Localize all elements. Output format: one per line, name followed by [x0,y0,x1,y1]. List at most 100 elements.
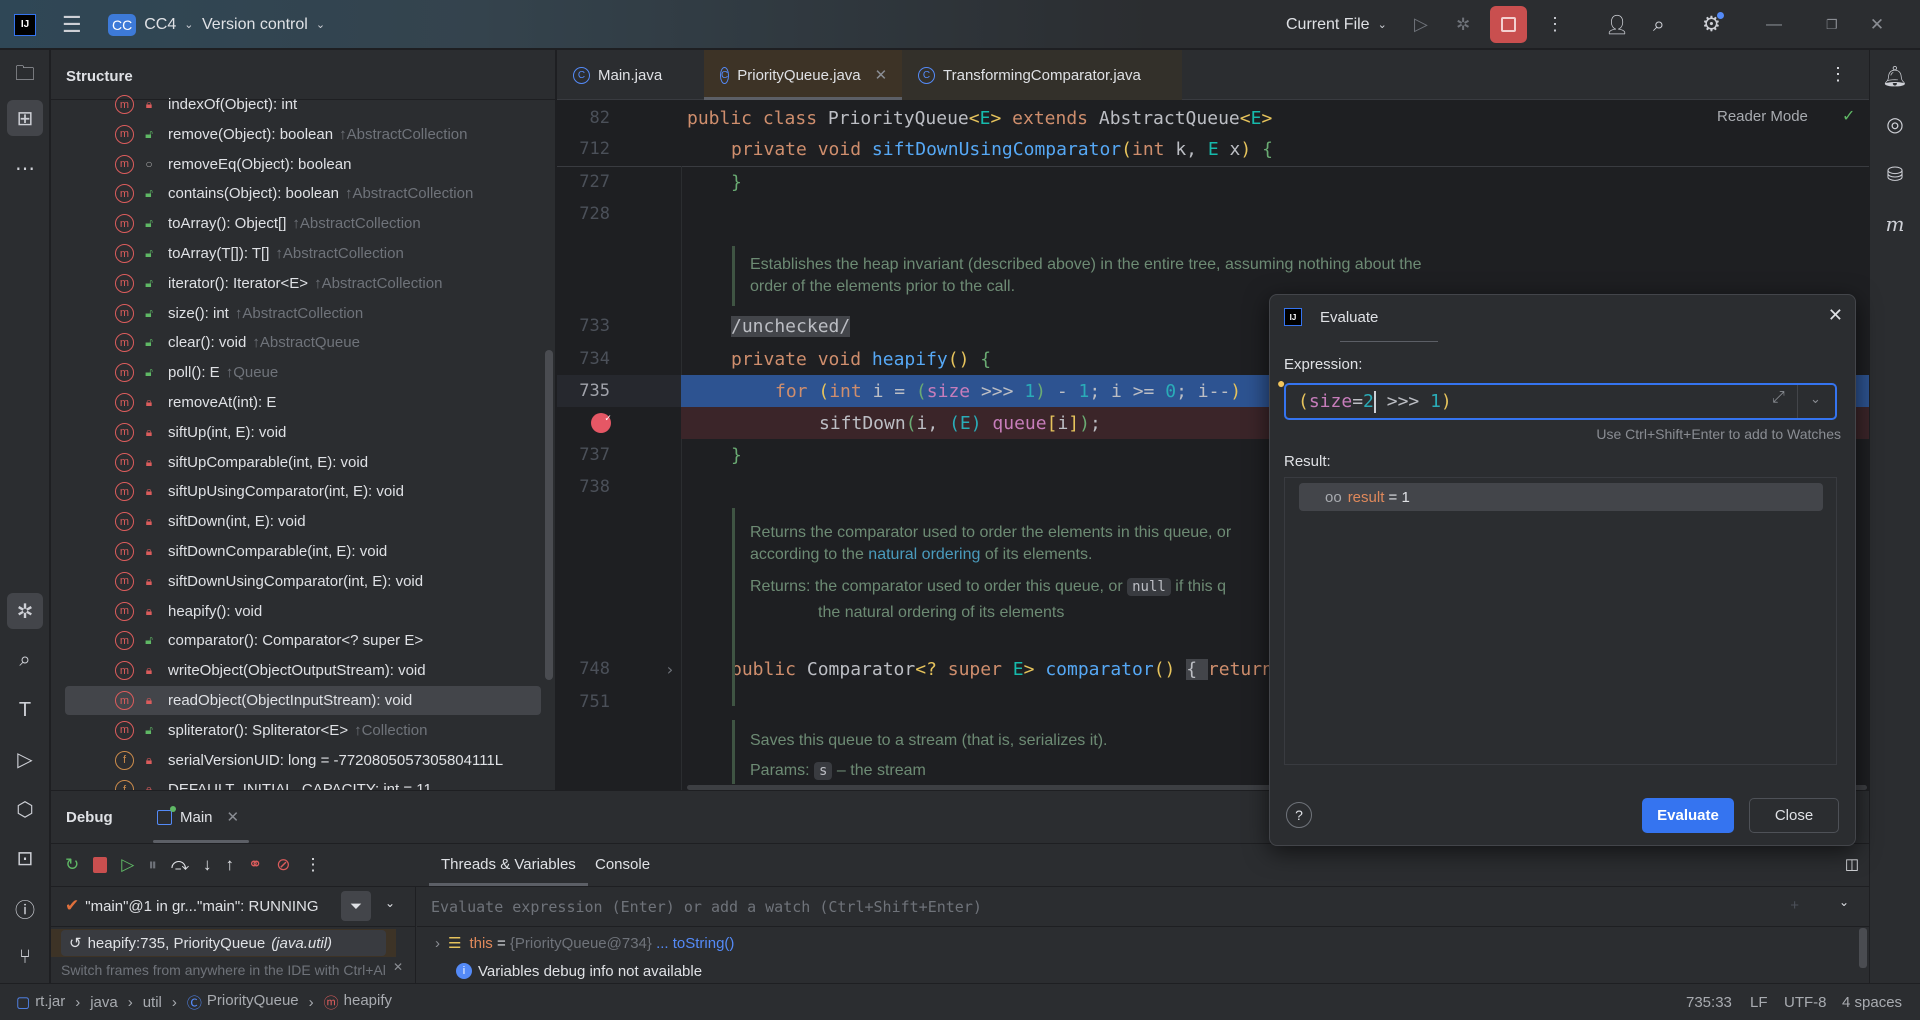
thread-selector[interactable]: ✔ "main"@1 in gr..."main": RUNNING [65,886,319,926]
maven-icon[interactable]: m [1870,206,1920,242]
structure-item[interactable]: m 🔒︎ indexOf(Object): int [51,90,541,119]
project-selector[interactable]: CC CC4 ⌄ [108,0,193,49]
structure-item[interactable]: m 🔒︎ siftUpComparable(int, E): void [51,448,541,477]
debug-tool-icon[interactable]: ✲ [7,593,43,629]
stack-frame[interactable]: ↺ heapify:735, PriorityQueue (java.util) [61,930,386,956]
breadcrumb-item[interactable]: util [143,994,162,1011]
add-watch-icon[interactable]: + [1790,897,1799,914]
fold-chevron-icon[interactable]: › [665,660,675,679]
structure-item[interactable]: m 🔓︎ toArray(T[]): T[] ↑AbstractCollection [51,239,541,268]
search-tool-icon[interactable]: ⌕ [0,642,50,678]
mute-breakpoints-icon[interactable]: ⊘ [276,855,290,875]
step-over-icon[interactable]: ⤼ [171,855,189,875]
more-horizontal-icon[interactable]: ⋯ [0,150,50,186]
expression-input[interactable]: (size = 2 >>> 1) [1284,383,1837,420]
line-separator[interactable]: LF [1750,994,1768,1011]
variable-row[interactable]: › ☰ this = {PriorityQueue@734} ... toStr… [435,928,734,958]
structure-item[interactable]: m 🔓︎ poll(): E ↑Queue [51,358,541,387]
layout-icon[interactable]: ◫ [1845,855,1859,873]
database-icon[interactable]: ⛁ [1870,156,1920,192]
pause-icon[interactable]: ⏸︎ [148,855,157,875]
structure-item[interactable]: m ○ removeEq(Object): boolean [51,150,541,179]
evaluate-button[interactable]: Evaluate [1642,798,1734,833]
settings-gear-icon[interactable]: ⚙ [1702,12,1724,37]
vcs-selector[interactable]: Version control ⌄ [202,0,325,49]
structure-item[interactable]: m 🔒︎ siftUp(int, E): void [51,418,541,447]
structure-scrollbar[interactable] [545,350,553,680]
run-tool-icon[interactable]: ▷ [0,741,50,777]
history-dropdown-icon[interactable]: ⌄ [1810,391,1821,407]
terminal-icon[interactable]: ⊡ [0,840,50,876]
minimize-icon[interactable]: — [1766,16,1782,34]
tostring-link[interactable]: ... toString() [656,935,734,952]
code-line[interactable]: 727} [557,166,1869,198]
filter-icon[interactable]: ⏷ [341,891,371,921]
notifications-bell-icon[interactable]: 🔔︎ [1870,58,1920,94]
breakpoint-icon[interactable]: ✓ [591,413,611,433]
step-into-icon[interactable]: ↓ [203,855,212,875]
structure-item[interactable]: m 🔒︎ siftDownUsingComparator(int, E): void [51,567,541,596]
structure-item[interactable]: m 🔒︎ siftDownComparable(int, E): void [51,537,541,566]
tabs-more-icon[interactable]: ⋮ [1829,64,1847,85]
structure-item[interactable]: m 🔓︎ clear(): void ↑AbstractQueue [51,328,541,357]
structure-item[interactable]: m 🔒︎ readObject(ObjectInputStream): void [65,686,541,715]
structure-item[interactable]: m 🔓︎ remove(Object): boolean ↑AbstractColle… [51,120,541,149]
structure-item[interactable]: m 🔓︎ size(): int ↑AbstractCollection [51,299,541,328]
git-icon[interactable]: ⑂ [0,939,50,975]
services-icon[interactable]: ⬡ [0,791,50,827]
main-menu-icon[interactable]: ☰ [62,12,82,38]
breadcrumb-item[interactable]: java [90,994,118,1011]
structure-item[interactable]: m 🔓︎ contains(Object): boolean ↑AbstractCol… [51,179,541,208]
structure-item[interactable]: m 🔓︎ toArray(): Object[] ↑AbstractCollectio… [51,209,541,238]
structure-item[interactable]: m 🔒︎ heapify(): void [51,597,541,626]
structure-item[interactable]: m 🔒︎ removeAt(int): E [51,388,541,417]
chevron-down-icon[interactable]: ⌄ [385,896,395,910]
expand-icon[interactable]: ⤢ [1772,389,1785,407]
file-encoding[interactable]: UTF-8 [1784,994,1827,1011]
watch-input[interactable]: Evaluate expression (Enter) or add a wat… [417,887,1869,927]
code-line[interactable]: 82 public class PriorityQueue<E> extends … [557,102,1869,134]
breadcrumb-item[interactable]: ⓜ heapify [324,992,392,1013]
structure-item[interactable]: m 🔓︎ comparator(): Comparator<? super E> [51,626,541,655]
doc-link[interactable]: natural ordering [868,546,980,563]
structure-item[interactable]: f 🔒︎ DEFAULT_INITIAL_CAPACITY: int = 11 [51,775,541,790]
help-icon[interactable]: ? [1286,802,1312,828]
stop-button[interactable] [1490,6,1527,43]
indent-setting[interactable]: 4 spaces [1842,994,1902,1011]
tab-close-icon[interactable]: ✕ [875,66,888,84]
run-icon[interactable]: ▷ [1414,14,1428,35]
dialog-close-icon[interactable]: ✕ [1828,305,1843,326]
debug-more-icon[interactable]: ⋮ [305,855,322,875]
structure-item[interactable]: m 🔒︎ writeObject(ObjectOutputStream): void [51,656,541,685]
chevron-down-icon[interactable]: ⌄ [1839,895,1849,909]
structure-item[interactable]: m 🔓︎ iterator(): Iterator<E> ↑AbstractColle… [51,269,541,298]
restore-icon[interactable]: ❐ [1826,17,1838,33]
code-line[interactable]: 712 private void siftDownUsingComparator(… [557,133,1869,165]
variables-scrollbar[interactable] [1859,928,1867,968]
step-out-icon[interactable]: ↑ [226,855,235,875]
search-icon[interactable]: ⌕ [1653,13,1665,37]
more-vertical-icon[interactable]: ⋮ [1546,14,1564,35]
build-hammer-icon[interactable]: T [0,692,50,728]
resume-icon[interactable]: ▷ [121,855,134,875]
session-close-icon[interactable]: ✕ [227,808,240,826]
expand-chevron-icon[interactable]: › [435,935,440,952]
close-button[interactable]: Close [1749,798,1839,833]
stop-debug-icon[interactable] [93,856,108,873]
structure-icon[interactable]: ⊞ [7,100,43,136]
run-config-selector[interactable]: Current File ⌄ [1286,0,1387,49]
tab-main-java[interactable]: C Main.java [557,50,678,100]
tab-priorityqueue-java[interactable]: C PriorityQueue.java ✕ [704,50,902,100]
tab-console[interactable]: Console [583,843,662,886]
result-row[interactable]: oo result = 1 [1299,483,1823,511]
breadcrumb-item[interactable]: ▢ rt.jar [16,993,65,1011]
reader-mode-button[interactable]: Reader Mode [1717,108,1808,125]
tab-transformingcomparator-java[interactable]: C TransformingComparator.java [902,50,1182,100]
window-close-icon[interactable]: ✕ [1870,15,1884,35]
add-user-icon[interactable]: 👤︎ [1605,13,1629,37]
breadcrumb-item[interactable]: Ⓒ PriorityQueue [187,992,299,1013]
caret-position[interactable]: 735:33 [1686,994,1732,1011]
view-breakpoints-icon[interactable]: ⚭ [248,855,262,875]
debug-session-tab[interactable]: Main ✕ [147,791,250,843]
structure-item[interactable]: m 🔒︎ siftUpUsingComparator(int, E): void [51,477,541,506]
